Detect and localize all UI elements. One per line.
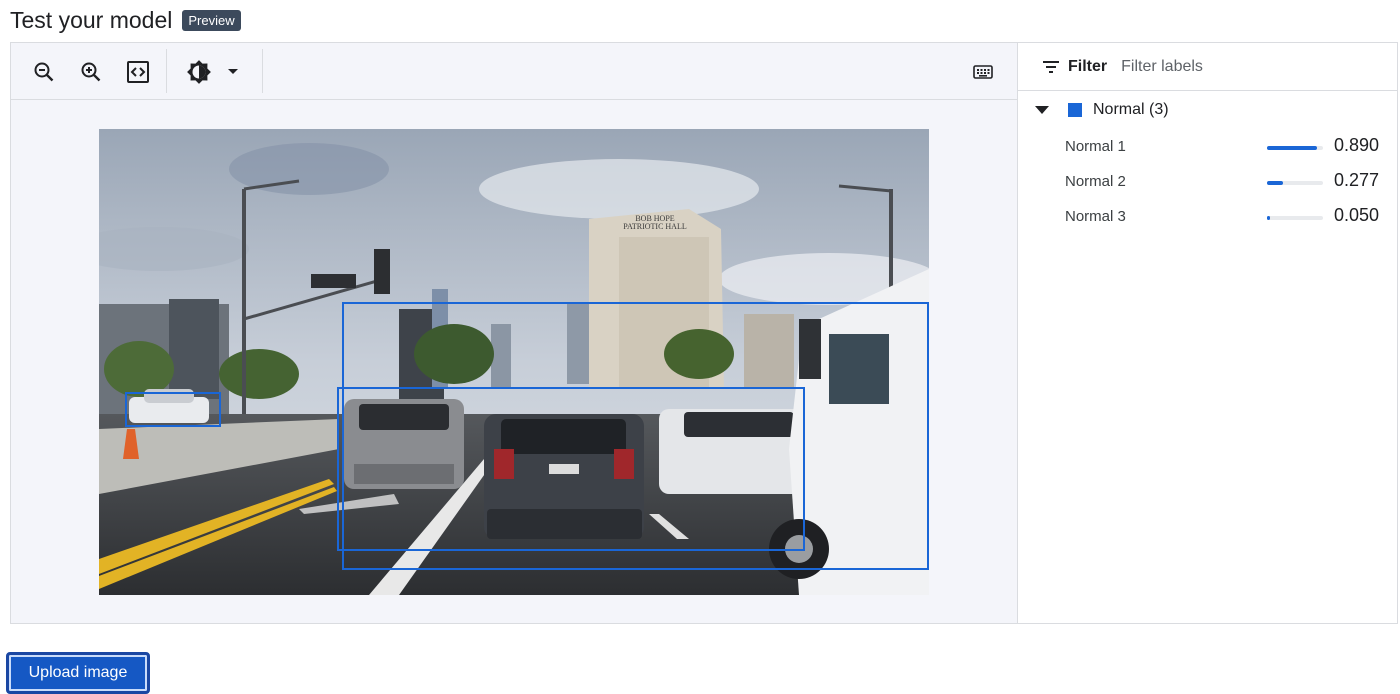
label-row-normal-1[interactable]: Normal 1 0.890	[1018, 133, 1398, 161]
label-name: Normal 3	[1065, 208, 1126, 225]
page-title: Test your model	[10, 6, 173, 33]
keyboard-icon	[973, 65, 993, 79]
fit-to-screen-icon	[127, 61, 149, 83]
svg-text:PATRIOTIC HALL: PATRIOTIC HALL	[623, 222, 687, 231]
filter-row: Filter	[1018, 43, 1398, 91]
viewer-toolbar	[11, 43, 1017, 100]
bounding-box-normal-2[interactable]	[337, 387, 805, 551]
page: Test your model Preview BOB HOPE PATRIOT…	[0, 0, 1400, 694]
preview-badge: Preview	[182, 9, 241, 31]
score-value: 0.050	[1334, 205, 1380, 225]
brightness-button[interactable]	[184, 57, 214, 87]
arrow-drop-down-icon[interactable]	[1034, 105, 1050, 115]
toolbar-divider	[166, 49, 167, 93]
zoom-in-icon	[81, 62, 101, 82]
title-row: Test your model Preview	[10, 4, 241, 36]
image-viewer: BOB HOPE PATRIOTIC HALL	[11, 43, 1017, 623]
label-name: Normal 1	[1065, 138, 1126, 155]
score-bar	[1267, 146, 1323, 150]
brightness-dropdown[interactable]	[218, 57, 248, 87]
filter-list-icon	[1043, 60, 1059, 73]
filter-labels-input[interactable]	[1121, 57, 1322, 76]
label-row-normal-3[interactable]: Normal 3 0.050	[1018, 203, 1398, 231]
score-bar-fill	[1267, 146, 1317, 150]
score-bar-fill	[1267, 216, 1270, 220]
filter-label: Filter	[1068, 57, 1108, 75]
zoom-in-button[interactable]	[76, 57, 106, 87]
zoom-out-button[interactable]	[29, 57, 59, 87]
fit-to-screen-button[interactable]	[123, 57, 153, 87]
upload-image-button[interactable]: Upload image	[6, 652, 150, 694]
test-panel: BOB HOPE PATRIOTIC HALL Filter Filter la…	[10, 42, 1398, 624]
label-name: Normal 2	[1065, 173, 1126, 190]
score-value: 0.277	[1334, 170, 1380, 190]
score-bar-fill	[1267, 181, 1283, 185]
score-value: 0.890	[1334, 135, 1380, 155]
toolbar-divider	[262, 49, 263, 93]
zoom-out-icon	[34, 62, 54, 82]
label-color-swatch	[1068, 103, 1082, 117]
label-group-title: Normal (3)	[1093, 101, 1169, 118]
test-image[interactable]: BOB HOPE PATRIOTIC HALL	[99, 129, 929, 595]
score-bar	[1267, 181, 1323, 185]
labels-sidebar: Filter Normal (3) Normal 1 0.890 Normal …	[1017, 43, 1398, 623]
label-group-normal[interactable]: Normal (3)	[1018, 95, 1398, 125]
label-row-normal-2[interactable]: Normal 2 0.277	[1018, 168, 1398, 196]
bounding-box-normal-3[interactable]	[125, 392, 221, 427]
score-bar	[1267, 216, 1323, 220]
arrow-drop-down-icon	[228, 69, 238, 74]
keyboard-shortcuts-button[interactable]	[968, 57, 998, 87]
brightness-icon	[187, 60, 211, 84]
